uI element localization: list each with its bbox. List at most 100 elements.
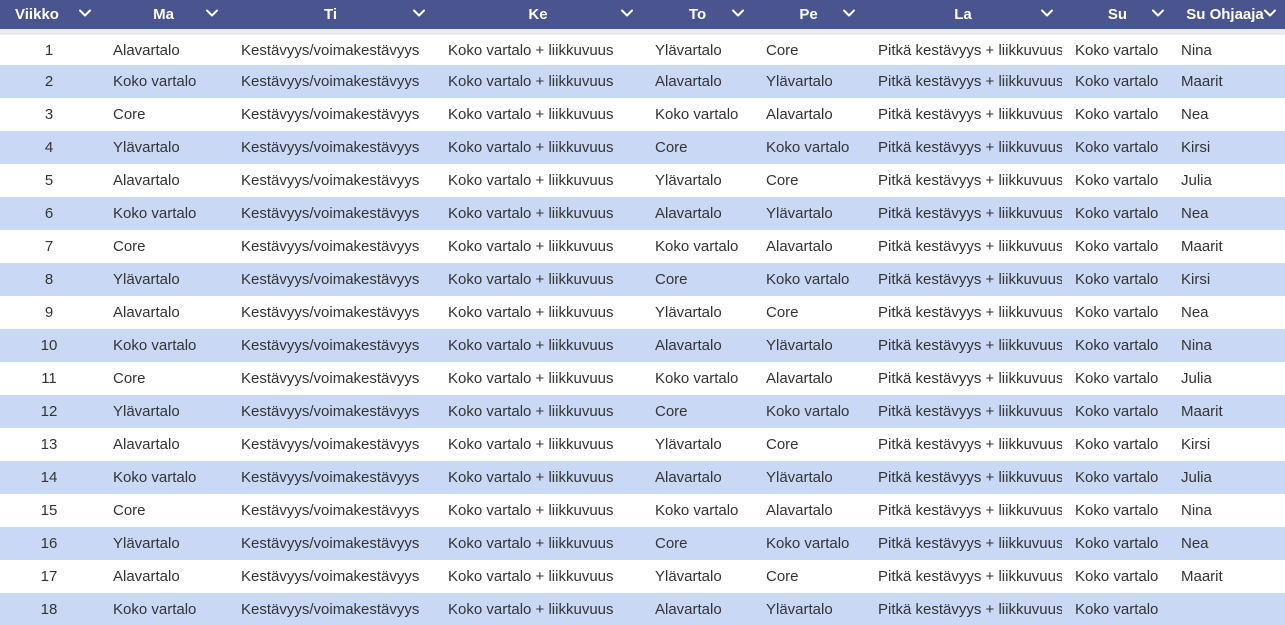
chevron-down-icon[interactable] [78, 6, 92, 20]
table-cell: Alavartalo [766, 370, 833, 387]
table-cell: Core [113, 106, 146, 123]
table-cell: Koko vartalo [655, 106, 739, 123]
table-row: 7 Core Kestävyys/voimakestävyys Koko vartal… [0, 230, 1285, 263]
table-cell: Ylävartalo [655, 568, 722, 585]
table-cell: Core [766, 436, 799, 453]
table-cell: Ylävartalo [766, 601, 833, 618]
table-cell: Pitkä kestävyys + liikkuvuus [878, 139, 1062, 156]
chevron-down-icon[interactable] [620, 6, 634, 20]
chevron-down-icon[interactable] [205, 6, 219, 20]
table-cell: Nina [1181, 41, 1212, 59]
column-header-viikko[interactable]: Viikko [0, 0, 100, 35]
table-cell: Pitkä kestävyys + liikkuvuus [878, 469, 1062, 486]
table-row: 9 Alavartalo Kestävyys/voimakestävyys Koko … [0, 296, 1285, 329]
week-number-cell: 12 [40, 403, 58, 420]
week-number-cell: 4 [44, 139, 54, 156]
table-cell: Koko vartalo [113, 337, 197, 354]
table-cell: Alavartalo [655, 73, 722, 90]
table-cell: Nea [1181, 106, 1209, 123]
table-cell: Kestävyys/voimakestävyys [241, 41, 420, 59]
table-cell: Maarit [1181, 568, 1223, 585]
table-cell: Pitkä kestävyys + liikkuvuus [878, 436, 1062, 453]
table-cell: Koko vartalo [1075, 337, 1159, 354]
column-header-la[interactable]: La [864, 0, 1062, 35]
table-cell: Kestävyys/voimakestävyys [241, 535, 420, 552]
table-cell: Nea [1181, 304, 1209, 321]
week-number-cell: 1 [44, 41, 54, 59]
table-cell: Julia [1181, 469, 1212, 486]
table-row: 8 Ylävartalo Kestävyys/voimakestävyys Koko … [0, 263, 1285, 296]
table-cell: Koko vartalo [766, 271, 850, 288]
table-cell: Koko vartalo [113, 469, 197, 486]
week-number-cell: 5 [44, 172, 54, 189]
column-header-label: Ma [153, 6, 174, 23]
column-header-su-ohjaaja[interactable]: Su Ohjaaja [1173, 0, 1285, 35]
table-cell: Alavartalo [655, 205, 722, 222]
table-cell: Kestävyys/voimakestävyys [241, 337, 420, 354]
table-header: Viikko Ma Ti Ke To Pe La Su Su Ohjaaja [0, 0, 1285, 35]
table-cell: Koko vartalo [766, 535, 850, 552]
table-row: 11 Core Kestävyys/voimakestävyys Koko varta… [0, 362, 1285, 395]
week-number-cell: 10 [40, 337, 58, 354]
table-cell: Kestävyys/voimakestävyys [241, 436, 420, 453]
table-cell: Julia [1181, 172, 1212, 189]
table-cell: Koko vartalo [113, 73, 197, 90]
week-number-cell: 18 [40, 601, 58, 618]
chevron-down-icon[interactable] [731, 6, 745, 20]
table-cell: Koko vartalo [1075, 139, 1159, 156]
table-cell: Pitkä kestävyys + liikkuvuus [878, 205, 1062, 222]
table-cell: Koko vartalo [766, 403, 850, 420]
table-row: 10 Koko vartalo Kestävyys/voimakestävyys Ko… [0, 329, 1285, 362]
chevron-down-icon[interactable] [412, 6, 426, 20]
table-cell: Alavartalo [655, 337, 722, 354]
column-header-pe[interactable]: Pe [753, 0, 864, 35]
table-cell: Koko vartalo + liikkuvuus [448, 205, 614, 222]
table-cell: Nina [1181, 502, 1212, 519]
column-header-ma[interactable]: Ma [100, 0, 227, 35]
table-cell: Koko vartalo [766, 139, 850, 156]
chevron-down-icon[interactable] [1151, 6, 1165, 20]
table-cell: Pitkä kestävyys + liikkuvuus [878, 535, 1062, 552]
table-cell: Koko vartalo + liikkuvuus [448, 172, 614, 189]
table-cell: Ylävartalo [113, 271, 180, 288]
table-cell: Maarit [1181, 403, 1223, 420]
table-cell: Core [766, 41, 799, 59]
table-cell: Koko vartalo [1075, 304, 1159, 321]
table-cell: Pitkä kestävyys + liikkuvuus [878, 337, 1062, 354]
table-cell: Pitkä kestävyys + liikkuvuus [878, 601, 1062, 618]
table-cell: Ylävartalo [113, 403, 180, 420]
column-header-ke[interactable]: Ke [434, 0, 642, 35]
table-cell [1173, 593, 1285, 625]
table-cell: Nina [1181, 337, 1212, 354]
table-cell: Julia [1181, 370, 1212, 387]
table-cell: Alavartalo [766, 238, 833, 255]
table-cell: Kestävyys/voimakestävyys [241, 139, 420, 156]
table-cell: Core [655, 139, 688, 156]
table-cell: Koko vartalo + liikkuvuus [448, 106, 614, 123]
table-cell: Pitkä kestävyys + liikkuvuus [878, 502, 1062, 519]
column-header-su[interactable]: Su [1062, 0, 1173, 35]
table-cell: Alavartalo [766, 502, 833, 519]
table-cell: Koko vartalo [1075, 436, 1159, 453]
chevron-down-icon[interactable] [1040, 6, 1054, 20]
week-number-cell: 14 [40, 469, 58, 486]
table-cell: Koko vartalo [1075, 172, 1159, 189]
table-body: 1 Alavartalo Kestävyys/voimakestävyys Koko … [0, 32, 1285, 625]
header-row: Viikko Ma Ti Ke To Pe La Su Su Ohjaaja [0, 0, 1285, 35]
table-cell: Ylävartalo [655, 41, 722, 59]
table-row: 4 Ylävartalo Kestävyys/voimakestävyys Koko … [0, 131, 1285, 164]
table-cell: Koko vartalo [1075, 601, 1159, 618]
table-cell: Koko vartalo + liikkuvuus [448, 139, 614, 156]
table-cell: Kestävyys/voimakestävyys [241, 304, 420, 321]
table-cell: Koko vartalo + liikkuvuus [448, 535, 614, 552]
column-header-to[interactable]: To [642, 0, 753, 35]
table-cell: Koko vartalo + liikkuvuus [448, 403, 614, 420]
chevron-down-icon[interactable] [842, 6, 856, 20]
chevron-down-icon[interactable] [1263, 6, 1277, 20]
table-row: 3 Core Kestävyys/voimakestävyys Koko vartal… [0, 98, 1285, 131]
table-cell: Koko vartalo + liikkuvuus [448, 469, 614, 486]
week-number-cell: 13 [40, 436, 58, 453]
table-cell: Kestävyys/voimakestävyys [241, 502, 420, 519]
column-header-ti[interactable]: Ti [227, 0, 434, 35]
table-cell: Ylävartalo [766, 337, 833, 354]
